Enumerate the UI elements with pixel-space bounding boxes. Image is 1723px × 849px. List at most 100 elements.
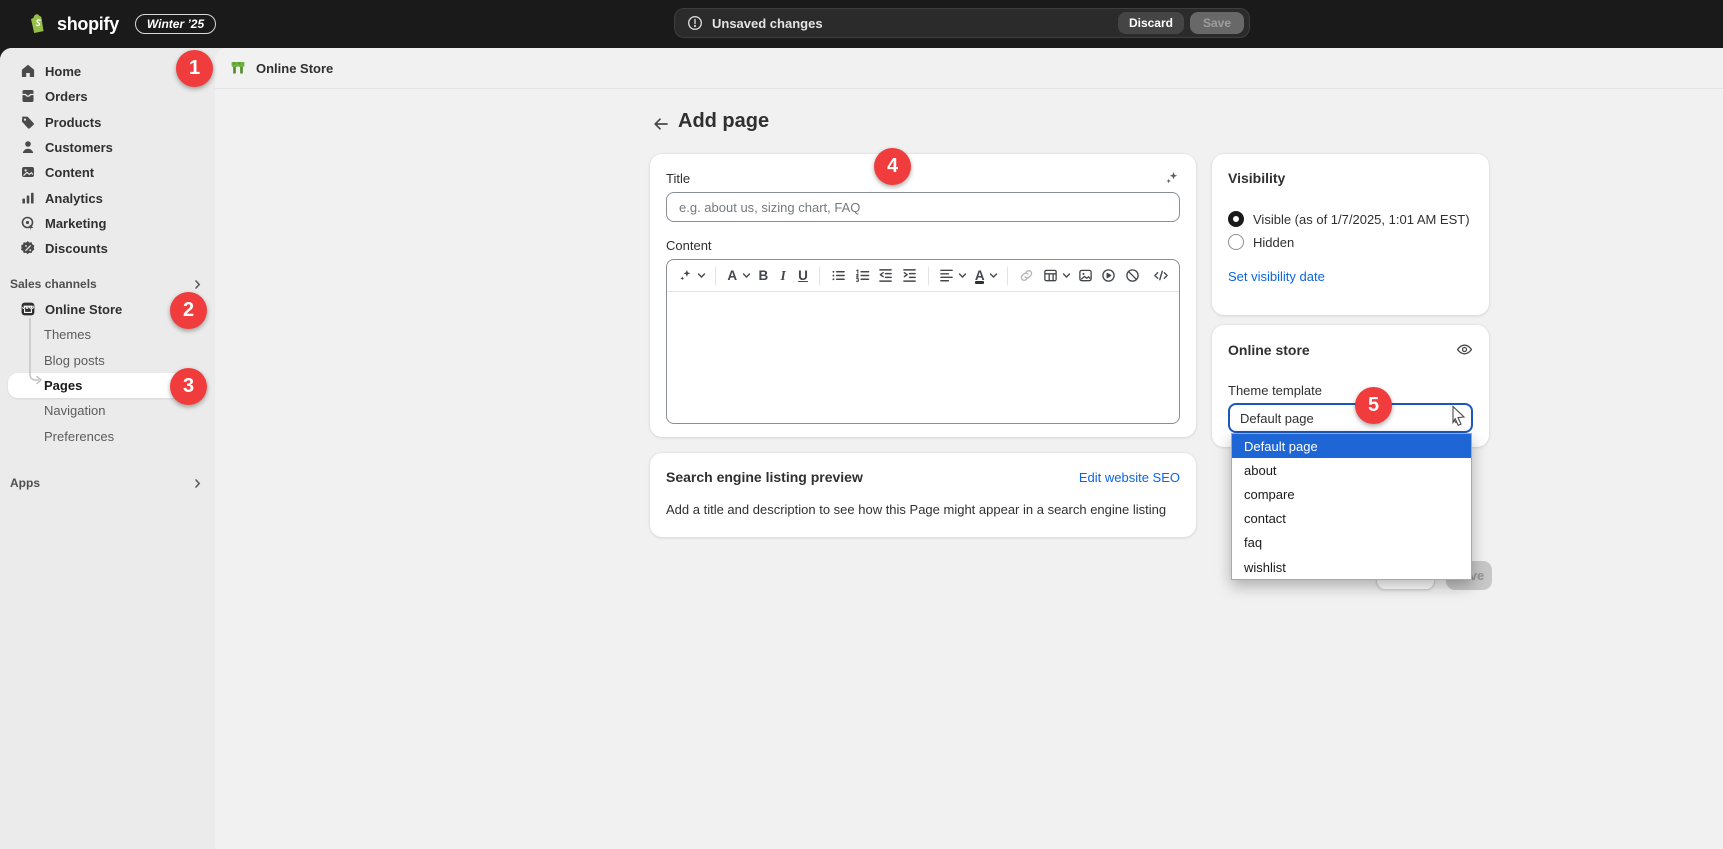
sidebar-item-customers[interactable]: Customers (0, 135, 215, 160)
dropdown-option-wishlist[interactable]: wishlist (1232, 555, 1471, 579)
orders-icon (20, 88, 37, 105)
magic-icon[interactable] (1164, 170, 1180, 186)
selected-template-value: Default page (1240, 411, 1314, 426)
save-button-topbar[interactable]: Save (1190, 12, 1244, 34)
italic-icon[interactable]: I (776, 265, 791, 287)
edit-website-seo-link[interactable]: Edit website SEO (1079, 470, 1180, 485)
bold-icon[interactable]: B (756, 265, 771, 287)
breadcrumb-label[interactable]: Online Store (256, 61, 333, 76)
sidebar-item-label: Online Store (45, 302, 122, 317)
online-store-card-title: Online store (1228, 342, 1310, 358)
rich-text-editor: A B I U (666, 259, 1180, 424)
seo-card-description: Add a title and description to see how t… (666, 502, 1180, 517)
dropdown-option-default-page[interactable]: Default page (1232, 434, 1471, 458)
sales-channels-header-label: Sales channels (10, 277, 97, 291)
underline-icon[interactable]: U (796, 265, 811, 287)
visibility-option-hidden[interactable]: Hidden (1228, 234, 1473, 250)
title-input[interactable] (666, 192, 1180, 222)
page-form-card: Title Content A (650, 154, 1196, 437)
sidebar-item-label: Analytics (45, 191, 103, 206)
online-store-card: Online store Theme template Default page (1212, 325, 1489, 447)
radio-label: Hidden (1253, 235, 1294, 250)
sidebar-item-orders[interactable]: Orders (0, 84, 215, 109)
dropdown-option-faq[interactable]: faq (1232, 531, 1471, 555)
title-field-label: Title (666, 171, 690, 186)
breadcrumb: Online Store (215, 48, 1723, 89)
theme-template-select[interactable]: Default page (1228, 403, 1473, 433)
sidebar-item-label: Navigation (44, 403, 105, 418)
select-caret-icon (1451, 412, 1461, 424)
sidebar-item-discounts[interactable]: Discounts (0, 236, 215, 261)
dropdown-option-contact[interactable]: contact (1232, 507, 1471, 531)
chevron-down-icon[interactable] (989, 265, 998, 287)
visibility-card: Visibility Visible (as of 1/7/2025, 1:01… (1212, 154, 1489, 315)
text-color-icon[interactable]: A (972, 265, 987, 287)
editor-content-area[interactable] (667, 292, 1179, 424)
sidebar-item-marketing[interactable]: Marketing (0, 211, 215, 236)
discard-button[interactable]: Discard (1118, 12, 1184, 34)
sidebar-item-label: Marketing (45, 216, 106, 231)
dropdown-option-compare[interactable]: compare (1232, 482, 1471, 506)
sidebar: Home Orders Products Customers Content (0, 48, 215, 849)
theme-template-label: Theme template (1228, 383, 1473, 398)
chevron-down-icon[interactable] (742, 265, 751, 287)
visibility-card-title: Visibility (1228, 170, 1285, 186)
content-icon (20, 164, 37, 181)
bulleted-list-icon[interactable] (829, 265, 848, 287)
annotation-circle-5: 5 (1355, 387, 1392, 424)
image-icon[interactable] (1076, 265, 1095, 287)
sidebar-item-content[interactable]: Content (0, 160, 215, 185)
seo-card-title: Search engine listing preview (666, 469, 863, 485)
sidebar-item-analytics[interactable]: Analytics (0, 185, 215, 210)
seo-preview-card: Search engine listing preview Edit websi… (650, 453, 1196, 537)
eye-icon[interactable] (1456, 341, 1473, 358)
radio-unselected-icon (1228, 234, 1244, 250)
text-style-icon[interactable]: A (725, 265, 740, 287)
indent-icon[interactable] (900, 265, 919, 287)
annotation-circle-1: 1 (176, 50, 213, 87)
sidebar-section-apps[interactable]: Apps (0, 471, 215, 496)
back-arrow-icon[interactable] (650, 113, 672, 135)
sidebar-item-label: Pages (44, 378, 82, 393)
sidebar-item-label: Discounts (45, 241, 108, 256)
table-icon[interactable] (1041, 265, 1060, 287)
alignment-icon[interactable] (938, 265, 957, 287)
customers-icon (20, 139, 37, 156)
video-icon[interactable] (1099, 265, 1118, 287)
outdent-icon[interactable] (876, 265, 895, 287)
shopify-logo[interactable]: shopify Winter ’25 (28, 0, 216, 48)
analytics-icon (20, 190, 37, 207)
chevron-right-icon (192, 279, 203, 290)
dropdown-option-about[interactable]: about (1232, 458, 1471, 482)
clear-formatting-icon[interactable] (1123, 265, 1142, 287)
version-badge: Winter ’25 (135, 14, 216, 34)
chevron-down-icon[interactable] (697, 265, 706, 287)
marketing-icon (20, 215, 37, 232)
sidebar-item-preferences[interactable]: Preferences (0, 423, 215, 448)
discounts-icon (20, 240, 37, 257)
magic-icon[interactable] (676, 265, 695, 287)
code-icon[interactable] (1152, 265, 1171, 287)
annotation-circle-4: 4 (874, 148, 911, 185)
sidebar-item-label: Blog posts (44, 353, 105, 368)
radio-selected-icon (1228, 211, 1244, 227)
visibility-option-visible[interactable]: Visible (as of 1/7/2025, 1:01 AM EST) (1228, 211, 1473, 227)
link-icon[interactable] (1017, 265, 1036, 287)
chevron-right-icon (192, 478, 203, 489)
products-icon (20, 114, 37, 131)
shopify-wordmark: shopify (57, 14, 119, 35)
set-visibility-date-link[interactable]: Set visibility date (1228, 269, 1325, 284)
sidebar-item-label: Home (45, 64, 81, 79)
sidebar-item-label: Orders (45, 89, 88, 104)
sidebar-item-label: Preferences (44, 429, 114, 444)
apps-header-label: Apps (10, 476, 40, 490)
chevron-down-icon[interactable] (1062, 265, 1071, 287)
numbered-list-icon[interactable] (853, 265, 872, 287)
sidebar-item-products[interactable]: Products (0, 110, 215, 135)
page-title: Add page (678, 110, 769, 133)
sidebar-item-label: Customers (45, 140, 113, 155)
sidebar-item-label: Themes (44, 327, 91, 342)
chevron-down-icon[interactable] (958, 265, 967, 287)
shopify-bag-icon (28, 13, 49, 36)
unsaved-changes-label: Unsaved changes (712, 16, 823, 31)
